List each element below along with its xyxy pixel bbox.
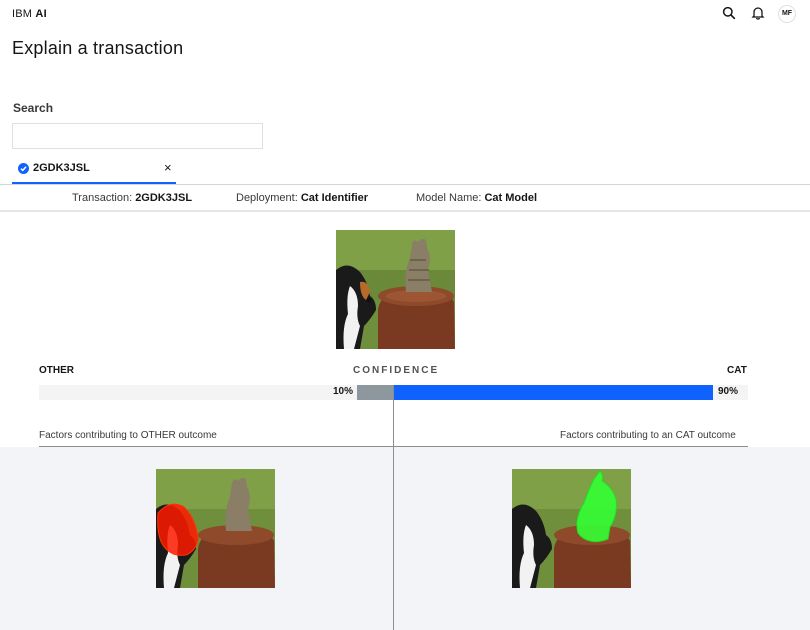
page-title: Explain a transaction — [12, 38, 184, 58]
other-label: OTHER — [39, 365, 74, 376]
other-confidence-bar — [357, 385, 393, 400]
cat-factors-title: Factors contributing to an CAT outcome — [560, 430, 736, 441]
cat-label: CAT — [727, 365, 747, 376]
tab-transaction[interactable]: 2GDK3JSL × — [12, 156, 176, 184]
user-avatar[interactable]: MF — [778, 5, 796, 23]
info-transaction: Transaction: 2GDK3JSL — [72, 192, 192, 204]
tab-label: 2GDK3JSL — [33, 162, 90, 174]
info-model: Model Name: Cat Model — [416, 192, 537, 204]
explanation-panel — [0, 447, 810, 630]
brand-suffix: AI — [35, 8, 47, 20]
transaction-image — [336, 230, 455, 349]
info-transaction-label: Transaction: — [72, 192, 133, 204]
checkmark-icon — [18, 163, 29, 174]
info-transaction-value: 2GDK3JSL — [135, 192, 193, 204]
center-divider — [393, 385, 394, 630]
search-input[interactable] — [12, 123, 263, 149]
cat-confidence-bar — [393, 385, 713, 400]
transaction-info-bar: Transaction: 2GDK3JSL Deployment: Cat Id… — [0, 184, 810, 212]
cat-explanation-image — [512, 469, 631, 588]
confidence-label: CONFIDENCE — [353, 365, 440, 376]
info-model-label: Model Name: — [416, 192, 482, 204]
notification-icon[interactable] — [751, 6, 765, 20]
info-model-value: Cat Model — [484, 192, 538, 204]
info-deployment-label: Deployment: — [236, 192, 298, 204]
other-confidence-value: 10% — [332, 386, 353, 397]
other-factors-title: Factors contributing to OTHER outcome — [39, 430, 217, 441]
cat-confidence-value: 90% — [718, 386, 739, 397]
brand-logo[interactable]: IBM AI — [12, 8, 47, 20]
info-deployment: Deployment: Cat Identifier — [236, 192, 368, 204]
top-header: IBM AI MF — [0, 0, 810, 28]
info-deployment-value: Cat Identifier — [300, 192, 369, 204]
other-explanation-image — [156, 469, 275, 588]
search-label: Search — [13, 101, 54, 115]
close-icon[interactable]: × — [164, 160, 172, 175]
search-icon[interactable] — [722, 6, 736, 20]
brand-prefix: IBM — [12, 8, 33, 20]
